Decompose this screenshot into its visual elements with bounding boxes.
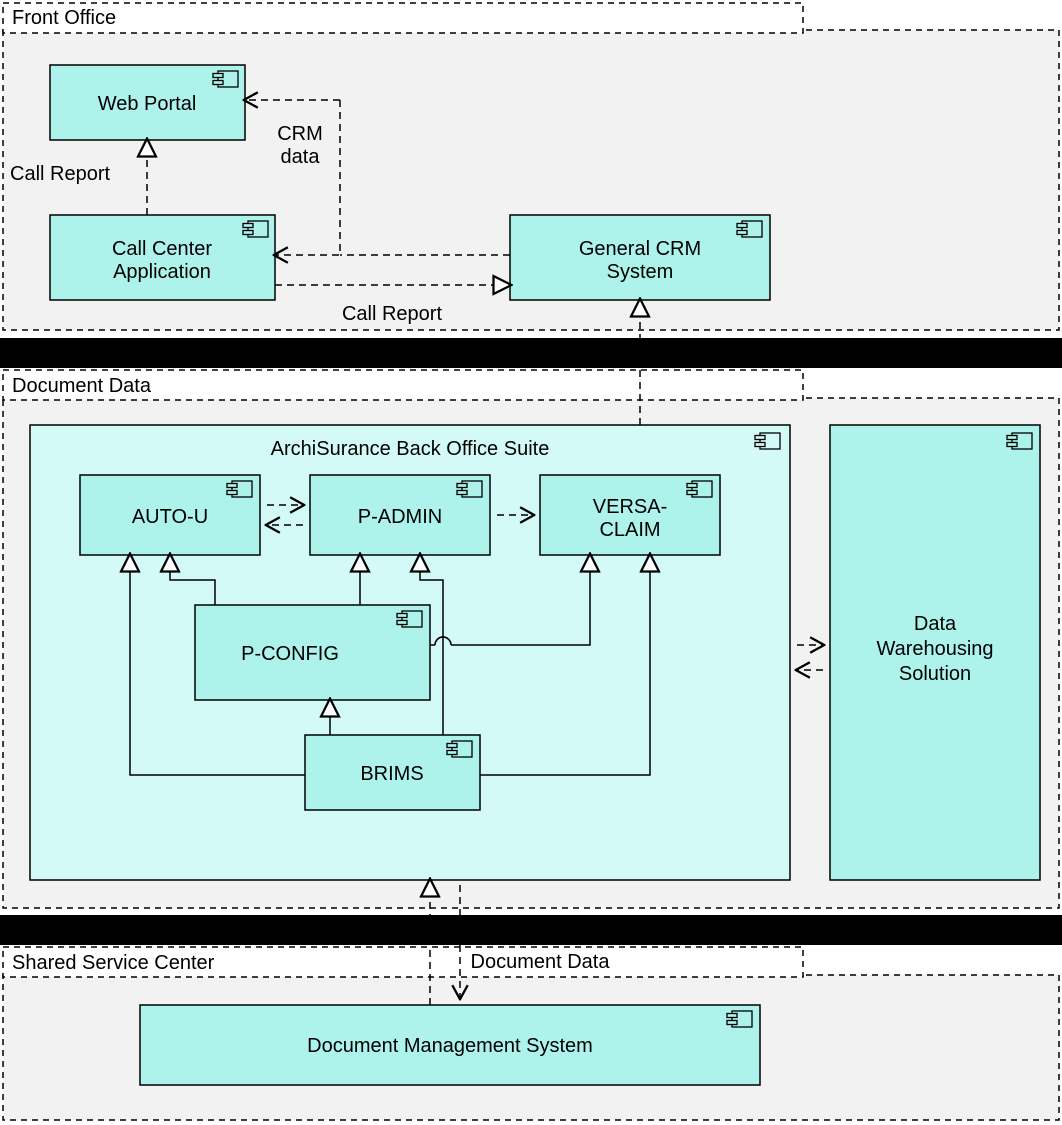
svg-text:Call Center: Call Center [112, 238, 212, 260]
architecture-diagram: Front Office Web Portal Call Center Appl… [0, 0, 1062, 1125]
svg-text:P-CONFIG: P-CONFIG [241, 643, 339, 665]
separator-bar [0, 338, 1062, 368]
svg-text:ArchiSurance Back Office Suite: ArchiSurance Back Office Suite [271, 438, 550, 460]
svg-text:AUTO-U: AUTO-U [132, 506, 208, 528]
group-title-shared-service: Shared Service Center [12, 952, 215, 974]
group-front-office: Front Office Web Portal Call Center Appl… [3, 3, 1059, 330]
edge-label-call-report-2: Call Report [342, 303, 442, 325]
svg-text:BRIMS: BRIMS [360, 763, 423, 785]
svg-text:VERSA-: VERSA- [593, 496, 667, 518]
component-data-warehousing: Data Warehousing Solution [830, 425, 1040, 880]
svg-text:Warehousing: Warehousing [876, 638, 993, 660]
separator-bar-2 [0, 915, 1062, 945]
group-title-front-office: Front Office [12, 7, 116, 29]
component-p-admin: P-ADMIN [310, 475, 490, 555]
svg-text:System: System [607, 261, 674, 283]
component-p-config: P-CONFIG [195, 605, 430, 700]
component-brims: BRIMS [305, 735, 480, 810]
edge-label-crm-data-1: CRM [277, 123, 323, 145]
component-call-center-application: Call Center Application [50, 215, 275, 300]
group-title-document-data: Document Data [12, 375, 152, 397]
edge-label-call-report-1: Call Report [10, 163, 110, 185]
svg-text:Data: Data [914, 613, 957, 635]
component-auto-u: AUTO-U [80, 475, 260, 555]
component-back-office-suite: ArchiSurance Back Office Suite AUTO-U P-… [30, 425, 790, 880]
svg-text:CLAIM: CLAIM [599, 519, 660, 541]
svg-text:P-ADMIN: P-ADMIN [358, 506, 442, 528]
component-web-portal: Web Portal [50, 65, 245, 140]
svg-text:Web Portal: Web Portal [98, 93, 197, 115]
component-versa-claim: VERSA- CLAIM [540, 475, 720, 555]
svg-text:Solution: Solution [899, 663, 971, 685]
edge-label-document-data: Document Data [471, 951, 611, 973]
component-general-crm-system: General CRM System [510, 215, 770, 300]
group-document-data: Document Data ArchiSurance Back Office S… [3, 300, 1059, 908]
svg-text:Document Management System: Document Management System [307, 1035, 593, 1057]
component-document-management-system: Document Management System [140, 1005, 760, 1085]
svg-text:General CRM: General CRM [579, 238, 701, 260]
svg-text:Application: Application [113, 261, 211, 283]
edge-label-crm-data-2: data [281, 146, 321, 168]
